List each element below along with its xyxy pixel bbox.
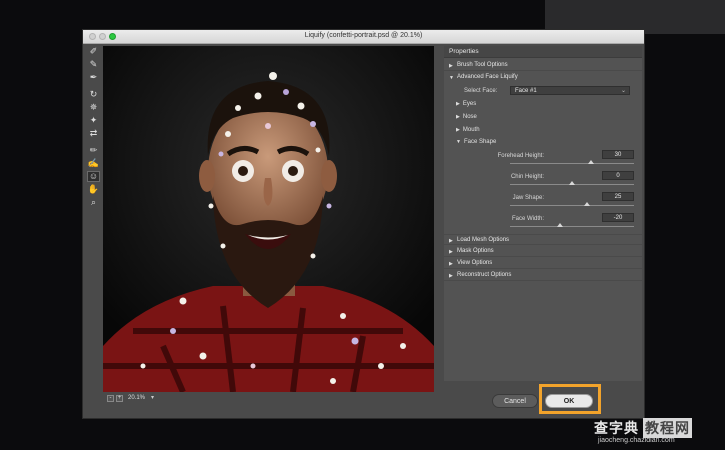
zoom-out-button[interactable]: - <box>107 395 114 402</box>
expand-triangle-icon: ▶ <box>449 273 453 279</box>
section-label: Reconstruct Options <box>457 272 512 278</box>
portrait-image[interactable] <box>103 46 434 392</box>
subsection-eyes[interactable]: ▶ Eyes <box>456 101 476 107</box>
screen: Liquify (confetti-portrait.psd @ 20.1%) … <box>0 0 725 450</box>
twirl-icon[interactable]: ↻ <box>87 89 100 100</box>
collapse-triangle-icon: ▼ <box>449 75 454 81</box>
expand-triangle-icon: ▶ <box>449 249 453 255</box>
slider-thumb[interactable] <box>556 223 563 227</box>
slider-label: Forehead Height: <box>497 153 544 159</box>
section-reconstruct-options[interactable]: ▶ Reconstruct Options <box>444 270 642 281</box>
zoom-in-button[interactable]: + <box>116 395 123 402</box>
subsection-face-shape[interactable]: ▼ Face Shape <box>456 139 496 145</box>
slider-thumb[interactable] <box>583 202 590 206</box>
expand-triangle-icon: ▶ <box>456 101 460 107</box>
slider-track[interactable] <box>510 226 634 227</box>
expand-triangle-icon: ▶ <box>449 238 453 244</box>
push-left-icon[interactable]: ⇄ <box>87 128 100 139</box>
smooth-icon[interactable]: ✒ <box>87 72 100 83</box>
portrait-illustration <box>103 46 434 392</box>
expand-triangle-icon: ▶ <box>449 261 453 267</box>
section-load-mesh-options[interactable]: ▶ Load Mesh Options <box>444 234 642 245</box>
properties-header: Properties <box>444 46 642 58</box>
hand-icon[interactable]: ✋ <box>87 184 100 195</box>
freeze-mask-icon[interactable]: ✏ <box>87 145 100 156</box>
subsection-label: Nose <box>462 114 477 120</box>
slider-label: Jaw Shape: <box>512 195 544 201</box>
watermark-section: 教程网 <box>643 418 692 438</box>
expand-triangle-icon: ▶ <box>456 114 460 120</box>
section-label: View Options <box>457 260 493 266</box>
section-label: Brush Tool Options <box>457 62 508 68</box>
window-title: Liquify (confetti-portrait.psd @ 20.1%) <box>304 32 423 39</box>
subsection-label: Mouth <box>462 127 480 133</box>
liquify-window: Liquify (confetti-portrait.psd @ 20.1%) … <box>82 29 645 419</box>
expand-triangle-icon: ▶ <box>456 127 460 133</box>
forward-warp-icon[interactable]: ✐ <box>87 46 100 57</box>
select-face-dropdown[interactable]: Face #1 ⌄ <box>510 86 630 95</box>
subsection-nose[interactable]: ▶ Nose <box>456 114 477 120</box>
properties-panel: Properties ▶ Brush Tool Options ▼ Advanc… <box>444 46 642 381</box>
title-bar[interactable]: Liquify (confetti-portrait.psd @ 20.1%) <box>83 30 644 44</box>
face-tool-icon[interactable]: ☺ <box>87 171 100 182</box>
slider-value-field[interactable]: -20 <box>602 213 634 222</box>
chevron-down-icon: ⌄ <box>620 88 626 94</box>
slider-label: Chin Height: <box>510 174 544 180</box>
section-label: Load Mesh Options <box>457 237 510 243</box>
expand-triangle-icon: ▶ <box>449 63 453 69</box>
collapse-triangle-icon: ▼ <box>456 139 461 145</box>
canvas-area[interactable]: - + 20.1% ▾ <box>103 46 434 406</box>
section-view-options[interactable]: ▶ View Options <box>444 258 642 269</box>
slider-value-field[interactable]: 0 <box>602 171 634 180</box>
slider-thumb[interactable] <box>587 160 594 164</box>
slider-value-field[interactable]: 30 <box>602 150 634 159</box>
section-advanced-face-liquify[interactable]: ▼ Advanced Face Liquify <box>444 72 642 83</box>
slider-value-field[interactable]: 25 <box>602 192 634 201</box>
section-mask-options[interactable]: ▶ Mask Options <box>444 246 642 257</box>
reconstruct-icon[interactable]: ✎ <box>87 59 100 70</box>
slider-label: Face Width: <box>511 216 544 222</box>
zoom-icon[interactable]: ⌕ <box>87 197 100 208</box>
canvas-status-bar: - + 20.1% ▾ <box>103 392 434 406</box>
slider-track[interactable] <box>510 163 634 164</box>
select-face-value: Face #1 <box>515 88 537 94</box>
watermark-brand: 查字典 <box>594 420 639 436</box>
watermark: 查字典 教程网 jiaocheng.chazidian.com <box>590 418 725 450</box>
subsection-label: Face Shape <box>463 139 497 145</box>
slider-thumb[interactable] <box>569 181 575 185</box>
pucker-icon[interactable]: ✵ <box>87 102 100 113</box>
ok-button-highlight <box>539 384 601 414</box>
cancel-button[interactable]: Cancel <box>492 394 538 408</box>
subsection-mouth[interactable]: ▶ Mouth <box>456 127 480 133</box>
section-label: Advanced Face Liquify <box>457 74 518 80</box>
thaw-mask-icon[interactable]: ✍ <box>87 158 100 169</box>
section-label: Mask Options <box>457 248 494 254</box>
section-brush-tool-options[interactable]: ▶ Brush Tool Options <box>444 60 642 71</box>
liquify-toolbar: ✐ ✎ ✒ ↻ ✵ ✦ ⇄ ✏ ✍ ☺ ✋ ⌕ <box>85 46 101 231</box>
properties-title: Properties <box>449 48 479 55</box>
slider-track[interactable] <box>510 205 634 206</box>
subsection-label: Eyes <box>462 101 477 107</box>
select-face-label: Select Face: <box>464 88 498 94</box>
zoom-dropdown-icon[interactable]: ▾ <box>151 394 154 401</box>
bloat-icon[interactable]: ✦ <box>87 115 100 126</box>
watermark-url: jiaocheng.chazidian.com <box>598 437 675 444</box>
zoom-level[interactable]: 20.1% <box>128 395 145 401</box>
